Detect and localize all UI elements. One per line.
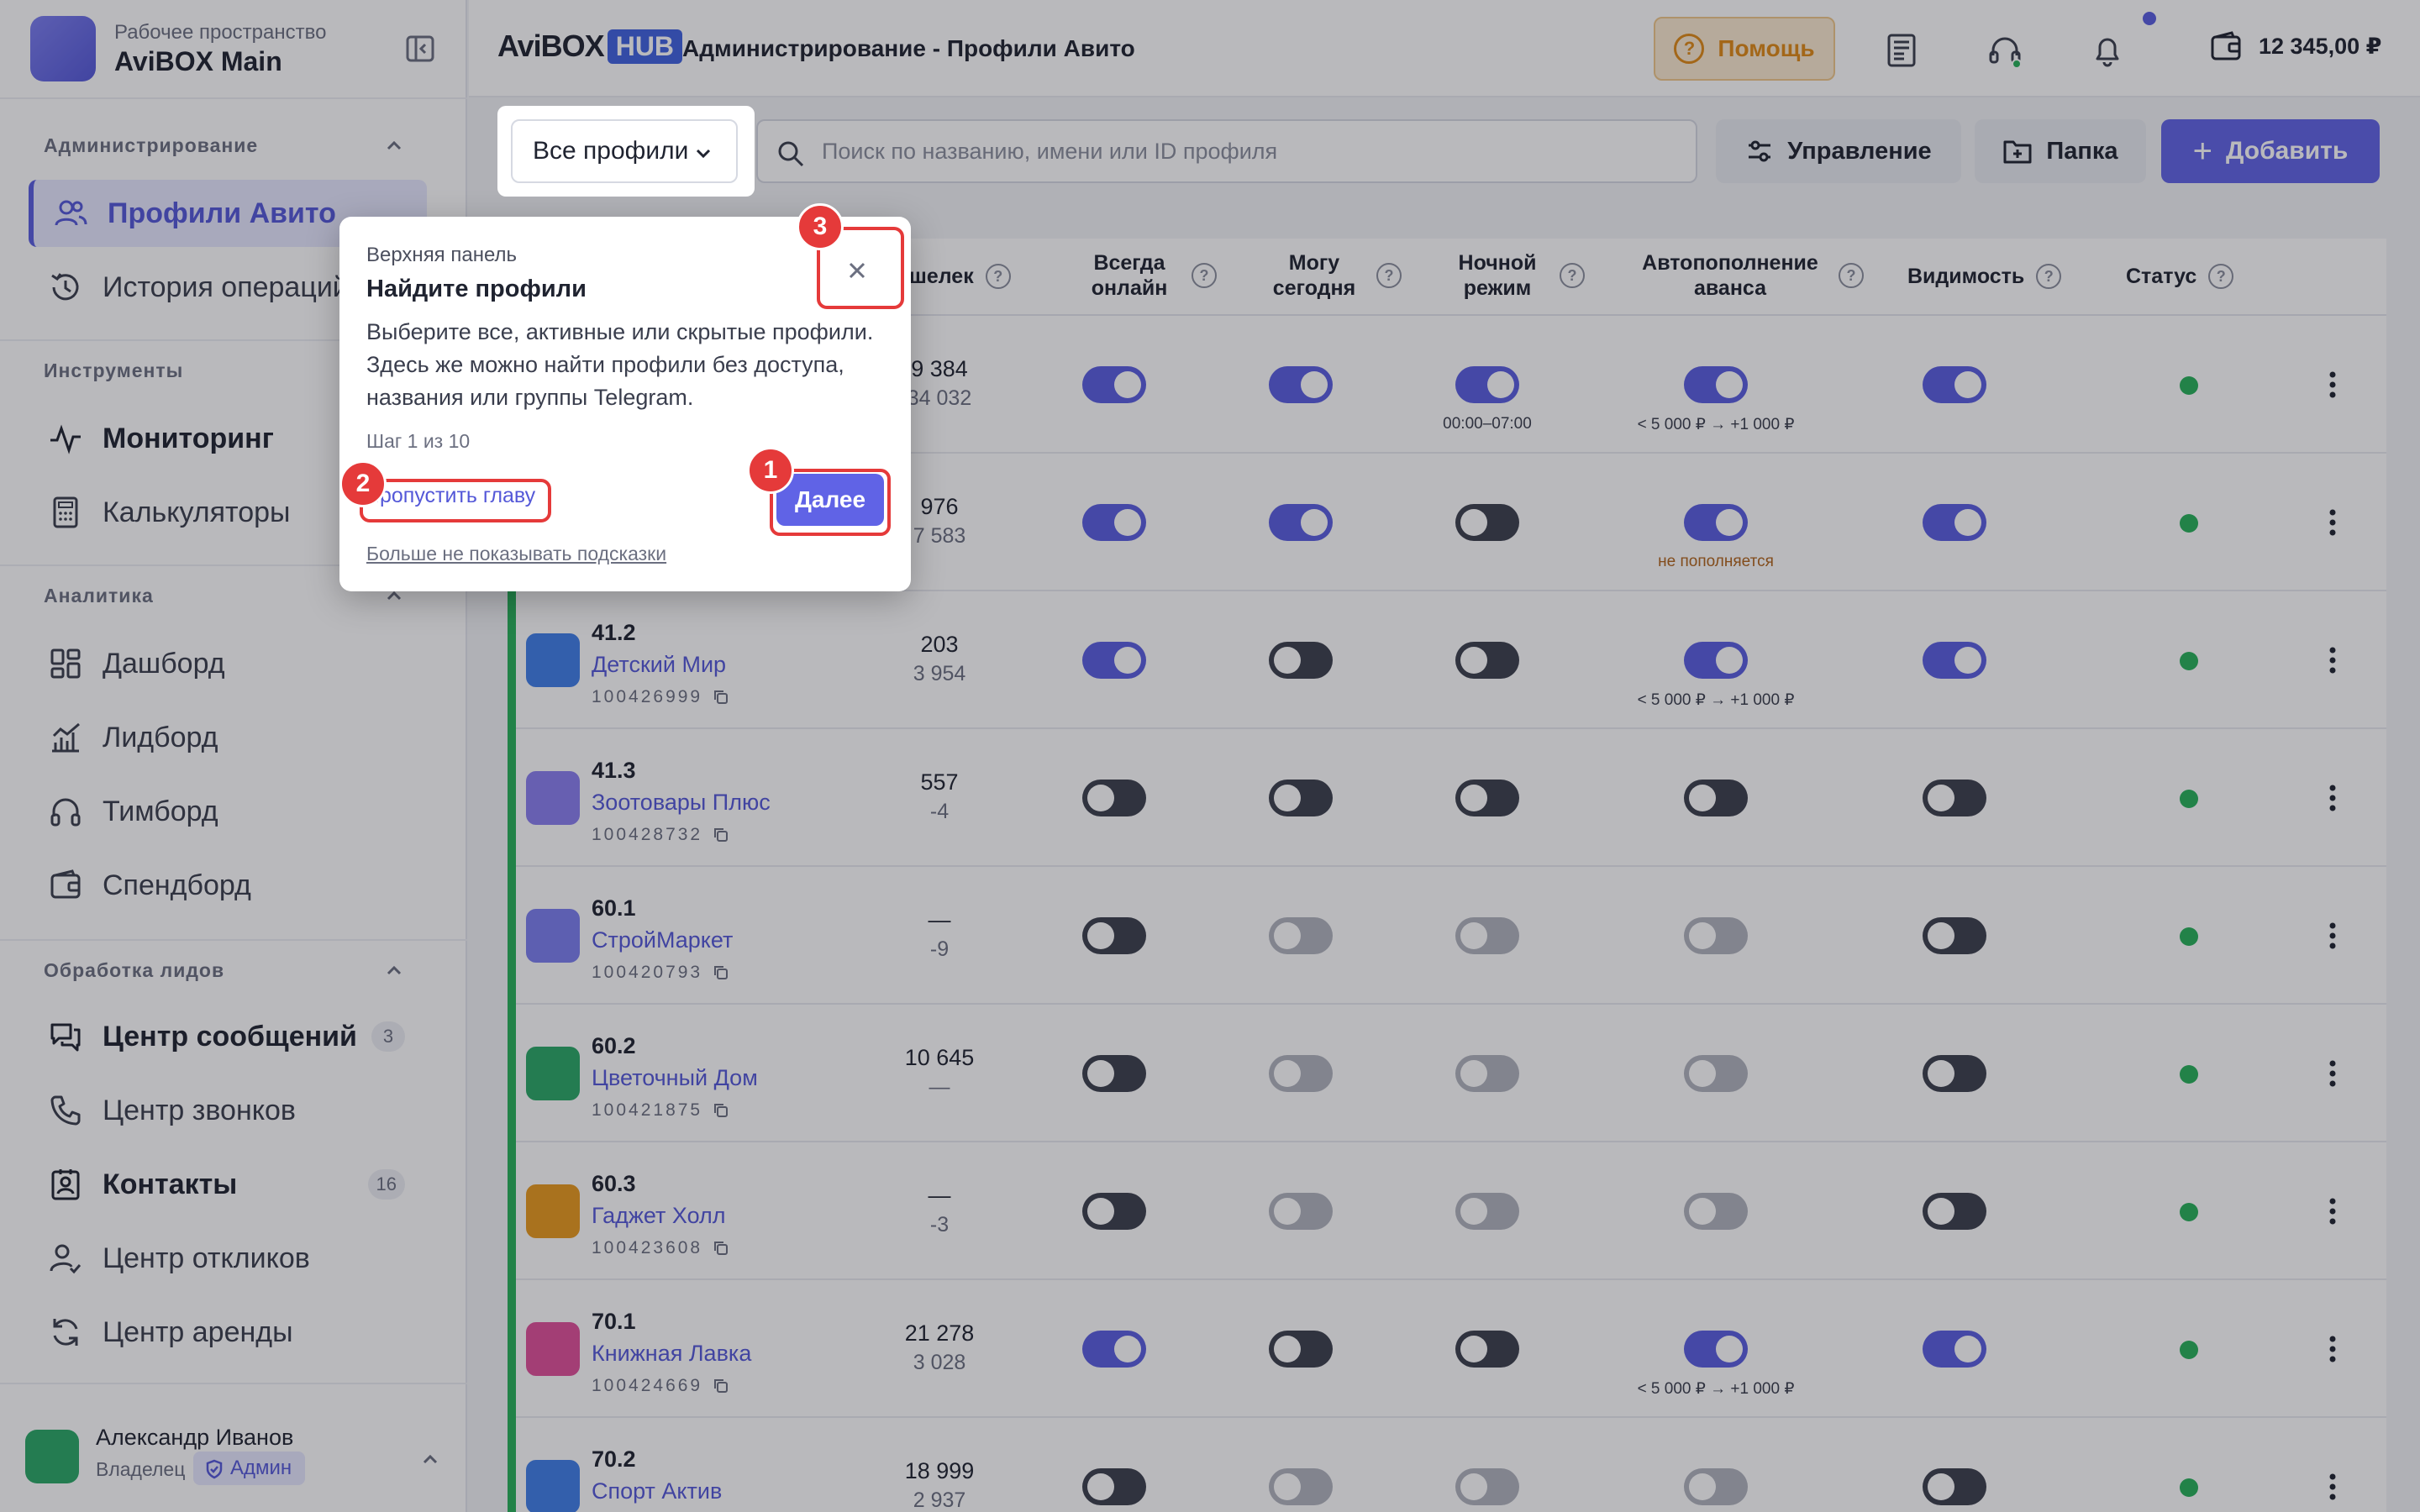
tour-description: Выберите все, активные или скрытые профи… bbox=[366, 319, 874, 410]
chevron-down-icon bbox=[696, 149, 711, 159]
marker-2: 2 bbox=[339, 460, 387, 507]
dont-show-hints-link[interactable]: Больше не показывать подсказки bbox=[366, 543, 666, 565]
marker-1: 1 bbox=[747, 447, 794, 494]
tour-step: Шаг 1 из 10 bbox=[366, 430, 471, 452]
filter-value: Все профили bbox=[533, 137, 689, 165]
profile-filter-select[interactable]: Все профили bbox=[511, 119, 738, 183]
marker-box-skip bbox=[360, 479, 551, 522]
tour-caption: Верхняя панель bbox=[366, 244, 518, 266]
marker-3: 3 bbox=[797, 203, 844, 250]
tour-title: Найдите профили bbox=[366, 276, 587, 302]
